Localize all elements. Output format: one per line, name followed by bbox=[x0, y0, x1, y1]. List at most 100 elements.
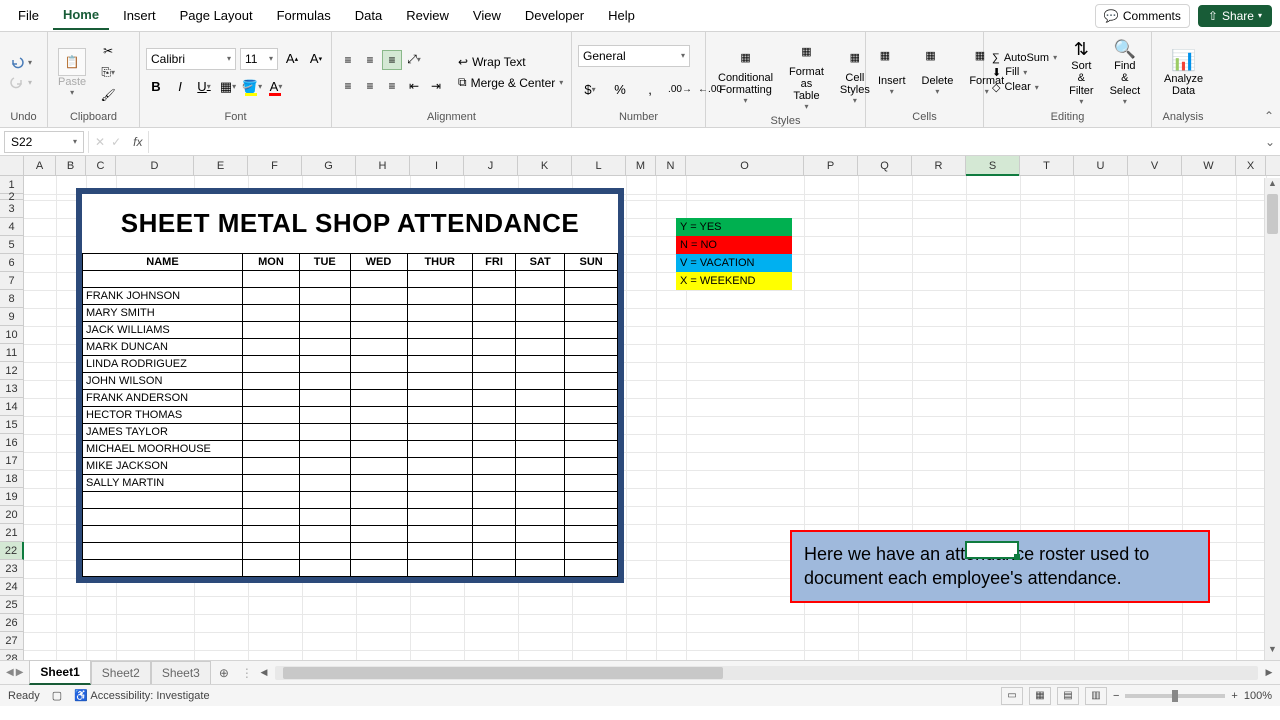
att-cell[interactable] bbox=[516, 441, 565, 458]
sort-filter-button[interactable]: ⇅Sort & Filter▾ bbox=[1063, 37, 1099, 107]
collapse-ribbon-button[interactable]: ⌃ bbox=[1264, 109, 1274, 123]
att-cell[interactable] bbox=[299, 305, 350, 322]
att-cell[interactable] bbox=[565, 492, 618, 509]
att-cell[interactable] bbox=[407, 526, 472, 543]
att-cell[interactable] bbox=[299, 543, 350, 560]
paste-button[interactable]: 📋 Paste ▾ bbox=[54, 44, 90, 101]
fill-color-button[interactable]: 🪣▾ bbox=[242, 76, 262, 98]
row-header-28[interactable]: 28 bbox=[0, 650, 24, 660]
att-cell[interactable] bbox=[565, 475, 618, 492]
att-cell[interactable] bbox=[516, 356, 565, 373]
col-header-O[interactable]: O bbox=[686, 156, 804, 175]
formula-input[interactable] bbox=[149, 131, 1260, 153]
att-cell[interactable] bbox=[516, 475, 565, 492]
att-name-cell[interactable]: JAMES TAYLOR bbox=[83, 424, 243, 441]
col-header-R[interactable]: R bbox=[912, 156, 966, 175]
format-painter-button[interactable]: 🖌 bbox=[98, 86, 118, 104]
att-cell[interactable] bbox=[407, 424, 472, 441]
col-header-X[interactable]: X bbox=[1236, 156, 1266, 175]
col-header-N[interactable]: N bbox=[656, 156, 686, 175]
att-cell[interactable] bbox=[516, 373, 565, 390]
row-header-12[interactable]: 12 bbox=[0, 362, 24, 380]
menu-file[interactable]: File bbox=[8, 2, 49, 29]
increase-indent-button[interactable]: ⇥ bbox=[426, 76, 446, 96]
insert-cells-button[interactable]: ▦Insert▾ bbox=[872, 47, 912, 98]
menu-view[interactable]: View bbox=[463, 2, 511, 29]
share-button[interactable]: ⇧ Share ▾ bbox=[1198, 5, 1272, 27]
att-cell[interactable] bbox=[516, 424, 565, 441]
att-cell[interactable] bbox=[565, 424, 618, 441]
att-cell[interactable] bbox=[350, 543, 407, 560]
att-name-cell[interactable]: FRANK JOHNSON bbox=[83, 288, 243, 305]
att-cell[interactable] bbox=[299, 526, 350, 543]
att-cell[interactable] bbox=[472, 390, 515, 407]
display-settings-button[interactable]: ▭ bbox=[1001, 687, 1023, 705]
normal-view-button[interactable]: ▦ bbox=[1029, 687, 1051, 705]
att-cell[interactable] bbox=[299, 509, 350, 526]
att-cell[interactable] bbox=[350, 475, 407, 492]
att-cell[interactable] bbox=[407, 339, 472, 356]
col-header-T[interactable]: T bbox=[1020, 156, 1074, 175]
tab-split-handle[interactable]: ⋮ bbox=[241, 666, 253, 680]
menu-formulas[interactable]: Formulas bbox=[267, 2, 341, 29]
att-cell[interactable] bbox=[565, 390, 618, 407]
att-cell[interactable] bbox=[516, 288, 565, 305]
align-center-button[interactable]: ≡ bbox=[360, 76, 380, 96]
att-name-cell[interactable]: MICHAEL MOORHOUSE bbox=[83, 441, 243, 458]
att-cell[interactable] bbox=[350, 356, 407, 373]
att-cell[interactable] bbox=[350, 271, 407, 288]
tab-sheet3[interactable]: Sheet3 bbox=[151, 661, 211, 684]
autosum-button[interactable]: ∑AutoSum▾ bbox=[992, 52, 1057, 64]
menu-data[interactable]: Data bbox=[345, 2, 392, 29]
att-name-cell[interactable]: LINDA RODRIGUEZ bbox=[83, 356, 243, 373]
align-middle-button[interactable]: ≡ bbox=[360, 50, 380, 70]
att-cell[interactable] bbox=[299, 441, 350, 458]
col-header-L[interactable]: L bbox=[572, 156, 626, 175]
align-left-button[interactable]: ≡ bbox=[338, 76, 358, 96]
clear-button[interactable]: ◇Clear▾ bbox=[992, 81, 1057, 94]
att-cell[interactable] bbox=[243, 356, 300, 373]
col-header-J[interactable]: J bbox=[464, 156, 518, 175]
col-header-A[interactable]: A bbox=[24, 156, 56, 175]
att-cell[interactable] bbox=[472, 305, 515, 322]
att-cell[interactable] bbox=[472, 407, 515, 424]
att-cell[interactable] bbox=[472, 339, 515, 356]
bold-button[interactable]: B bbox=[146, 76, 166, 98]
att-cell[interactable] bbox=[243, 492, 300, 509]
hscroll-right-button[interactable]: ▶ bbox=[1262, 667, 1276, 678]
select-all-corner[interactable] bbox=[0, 156, 24, 175]
row-header-5[interactable]: 5 bbox=[0, 236, 24, 254]
page-layout-view-button[interactable]: ▤ bbox=[1057, 687, 1079, 705]
att-cell[interactable] bbox=[565, 441, 618, 458]
att-cell[interactable] bbox=[472, 356, 515, 373]
att-cell[interactable] bbox=[472, 373, 515, 390]
hscroll-thumb[interactable] bbox=[283, 667, 723, 679]
att-cell[interactable] bbox=[299, 390, 350, 407]
col-header-E[interactable]: E bbox=[194, 156, 248, 175]
row-header-11[interactable]: 11 bbox=[0, 344, 24, 362]
font-name-select[interactable]: Calibri▾ bbox=[146, 48, 236, 70]
att-cell[interactable] bbox=[407, 305, 472, 322]
att-cell[interactable] bbox=[407, 441, 472, 458]
att-cell[interactable] bbox=[243, 288, 300, 305]
att-cell[interactable] bbox=[516, 492, 565, 509]
accessibility-status[interactable]: ♿ Accessibility: Investigate bbox=[74, 689, 209, 702]
att-name-cell[interactable]: SALLY MARTIN bbox=[83, 475, 243, 492]
att-cell[interactable] bbox=[83, 492, 243, 509]
row-header-6[interactable]: 6 bbox=[0, 254, 24, 272]
col-header-W[interactable]: W bbox=[1182, 156, 1236, 175]
col-header-G[interactable]: G bbox=[302, 156, 356, 175]
att-cell[interactable] bbox=[299, 424, 350, 441]
att-cell[interactable] bbox=[407, 271, 472, 288]
att-cell[interactable] bbox=[299, 356, 350, 373]
att-cell[interactable] bbox=[472, 424, 515, 441]
col-header-I[interactable]: I bbox=[410, 156, 464, 175]
att-cell[interactable] bbox=[565, 339, 618, 356]
col-header-V[interactable]: V bbox=[1128, 156, 1182, 175]
att-name-cell[interactable]: JOHN WILSON bbox=[83, 373, 243, 390]
att-cell[interactable] bbox=[299, 407, 350, 424]
fill-button[interactable]: ⬇Fill▾ bbox=[992, 66, 1057, 79]
att-cell[interactable] bbox=[516, 305, 565, 322]
att-cell[interactable] bbox=[407, 288, 472, 305]
col-header-U[interactable]: U bbox=[1074, 156, 1128, 175]
